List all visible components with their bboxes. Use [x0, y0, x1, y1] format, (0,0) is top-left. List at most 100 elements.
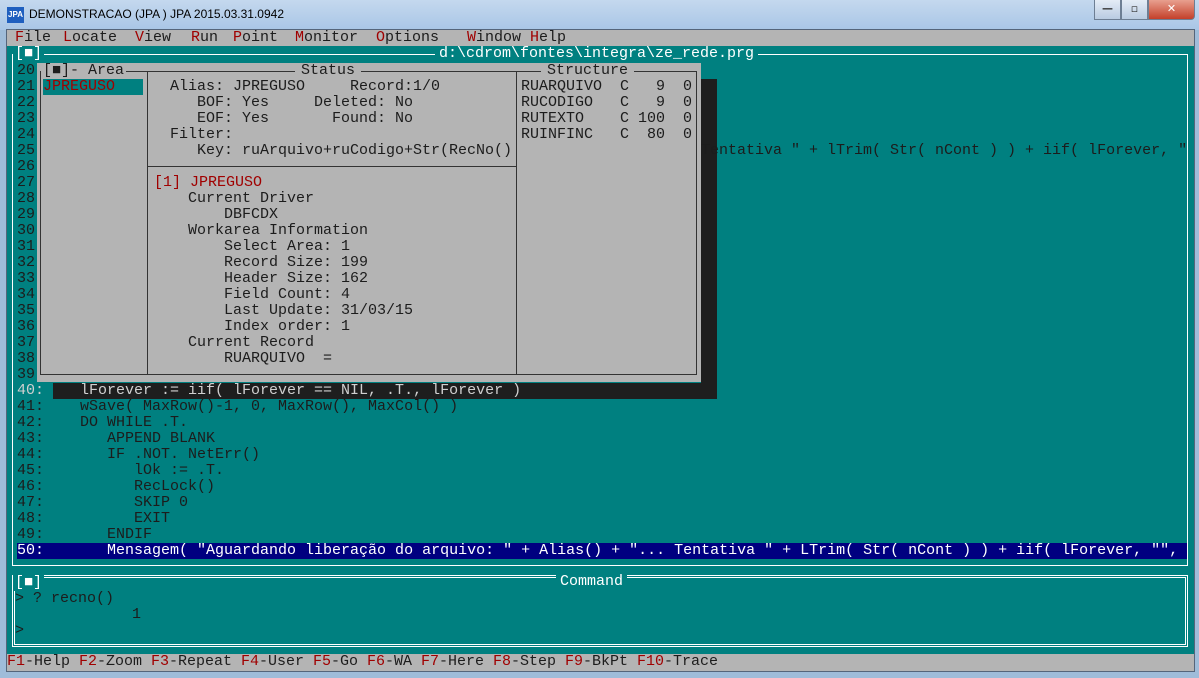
- code-line[interactable]: 49: ENDIF: [17, 527, 152, 543]
- line-number: 36: [17, 318, 36, 335]
- menu-item-locate[interactable]: Locate: [63, 30, 117, 46]
- fkey-key: F6: [367, 653, 386, 670]
- status-line: EOF: Yes Found: No: [152, 110, 414, 127]
- fkey-key: F9: [565, 653, 584, 670]
- structure-field: RUCODIGO C 9 0: [521, 94, 693, 111]
- command-line: > ? recno(): [15, 590, 115, 607]
- fkey-label: -Repeat: [169, 653, 233, 670]
- code-line[interactable]: 46: RecLock(): [17, 479, 215, 495]
- fkey-label: -Help: [25, 653, 71, 670]
- command-window-title: Command: [556, 574, 628, 590]
- fkey-f7[interactable]: F7-Here: [421, 654, 484, 670]
- menu-item-file[interactable]: File: [15, 30, 51, 46]
- code-line[interactable]: 41: wSave( MaxRow()-1, 0, MaxRow(), MaxC…: [17, 399, 458, 415]
- fkey-label: -User: [259, 653, 305, 670]
- code-line[interactable]: 43: APPEND BLANK: [17, 431, 215, 447]
- info-line: Record Size: 199: [152, 254, 369, 271]
- line-number: 28: [17, 190, 36, 207]
- menu-label: ptions: [385, 29, 440, 46]
- fkey-label: -Zoom: [97, 653, 143, 670]
- popup-shadow: [701, 79, 717, 399]
- status-line: Key: ruArquivo+ruCodigo+Str(RecNo(): [152, 142, 513, 159]
- code-line[interactable]: 47: SKIP 0: [17, 495, 188, 511]
- fkey-key: F1: [7, 653, 26, 670]
- fkey-key: F8: [493, 653, 512, 670]
- fkey-key: F3: [151, 653, 170, 670]
- code-window-path: d:\cdrom\fontes\integra\ze_rede.prg: [435, 46, 759, 62]
- debugger-console: File Locate View Run Point Monitor Options Wind…: [6, 29, 1195, 672]
- fkey-label: -BkPt: [583, 653, 629, 670]
- menu-hotkey: L: [63, 29, 73, 46]
- code-line[interactable]: 48: EXIT: [17, 511, 170, 527]
- fkey-key: F5: [313, 653, 332, 670]
- fkey-key: F10: [637, 653, 665, 670]
- info-line: Field Count: 4: [152, 286, 351, 303]
- menu-item-monitor[interactable]: Monitor: [295, 30, 358, 46]
- title-bar: JPA DEMONSTRACAO (JPA ) JPA 2015.03.31.0…: [0, 0, 1199, 30]
- line-number: 35: [17, 302, 36, 319]
- menu-label: ile: [24, 29, 52, 46]
- fkey-label: -Here: [439, 653, 485, 670]
- menu-bar: File Locate View Run Point Monitor Options Wind…: [7, 30, 1194, 46]
- code-line[interactable]: 40: lForever := iif( lForever == NIL, .T…: [17, 383, 521, 399]
- menu-label: elp: [539, 29, 567, 46]
- line-number: 27: [17, 174, 36, 191]
- area-list-item[interactable]: JPREGUSO: [43, 79, 143, 95]
- fkey-f8[interactable]: F8-Step: [493, 654, 556, 670]
- menu-item-point[interactable]: Point: [233, 30, 278, 46]
- line-number: 39: [17, 366, 36, 383]
- code-line[interactable]: 44: IF .NOT. NetErr(): [17, 447, 260, 463]
- info-line: Header Size: 162: [152, 270, 369, 287]
- minimize-button[interactable]: —: [1094, 0, 1121, 20]
- menu-item-run[interactable]: Run: [191, 30, 218, 46]
- menu-item-options[interactable]: Options: [376, 30, 439, 46]
- code-line[interactable]: 42: DO WHILE .T.: [17, 415, 188, 431]
- fkey-f1[interactable]: F1-Help: [7, 654, 70, 670]
- info-line: Workarea Information: [152, 222, 369, 239]
- menu-hotkey: F: [15, 29, 25, 46]
- fkey-f2[interactable]: F2-Zoom: [79, 654, 142, 670]
- line-number: 22: [17, 94, 36, 111]
- code-window-close-box[interactable]: [■]: [13, 46, 45, 62]
- close-button[interactable]: ✕: [1148, 0, 1195, 20]
- menu-hotkey: W: [467, 29, 477, 46]
- app-icon: JPA: [7, 7, 24, 23]
- menu-label: oint: [242, 29, 279, 46]
- menu-item-view[interactable]: View: [135, 30, 171, 46]
- menu-hotkey: R: [191, 29, 201, 46]
- menu-item-help[interactable]: Help: [530, 30, 566, 46]
- line-number: 26: [17, 158, 36, 175]
- status-line: BOF: Yes Deleted: No: [152, 94, 414, 111]
- code-line[interactable]: 45: lOk := .T.: [17, 463, 224, 479]
- fkey-f5[interactable]: F5-Go: [313, 654, 358, 670]
- command-line: 1: [15, 606, 142, 623]
- status-panel-title: Status: [295, 63, 362, 79]
- menu-label: indow: [476, 29, 522, 46]
- line-number: 32: [17, 254, 36, 271]
- line-number: 21: [17, 78, 36, 95]
- info-line: DBFCDX: [152, 206, 279, 223]
- area-panel-title: [■]- Area: [41, 62, 127, 79]
- command-window-close-box[interactable]: [■]: [13, 575, 45, 591]
- line-number: 30: [17, 222, 36, 239]
- current-execution-line[interactable]: 50: Mensagem( "Aguardando liberação do a…: [17, 543, 1187, 559]
- info-line: Current Driver: [152, 190, 315, 207]
- fkey-f3[interactable]: F3-Repeat: [151, 654, 232, 670]
- info-line: Last Update: 31/03/15: [152, 302, 414, 319]
- line-number: 38: [17, 350, 36, 367]
- workarea-dialog: [■]- Area Status Structure JPREGUSO [1] …: [37, 63, 701, 382]
- fkey-f6[interactable]: F6-WA: [367, 654, 412, 670]
- structure-field: RUARQUIVO C 9 0: [521, 78, 693, 95]
- menu-label: un: [200, 29, 219, 46]
- line-number: 23: [17, 110, 36, 127]
- fkey-f9[interactable]: F9-BkPt: [565, 654, 628, 670]
- line-number: 20: [17, 62, 36, 79]
- maximize-button[interactable]: ▫: [1121, 0, 1148, 20]
- menu-item-window[interactable]: Window: [467, 30, 521, 46]
- menu-hotkey: M: [295, 29, 305, 46]
- function-key-bar: F1-Help F2-Zoom F3-Repeat F4-User F5-Go F6-WA…: [7, 654, 1194, 671]
- fkey-f10[interactable]: F10-Trace: [637, 654, 718, 670]
- menu-hotkey: P: [233, 29, 243, 46]
- fkey-key: F2: [79, 653, 98, 670]
- fkey-f4[interactable]: F4-User: [241, 654, 304, 670]
